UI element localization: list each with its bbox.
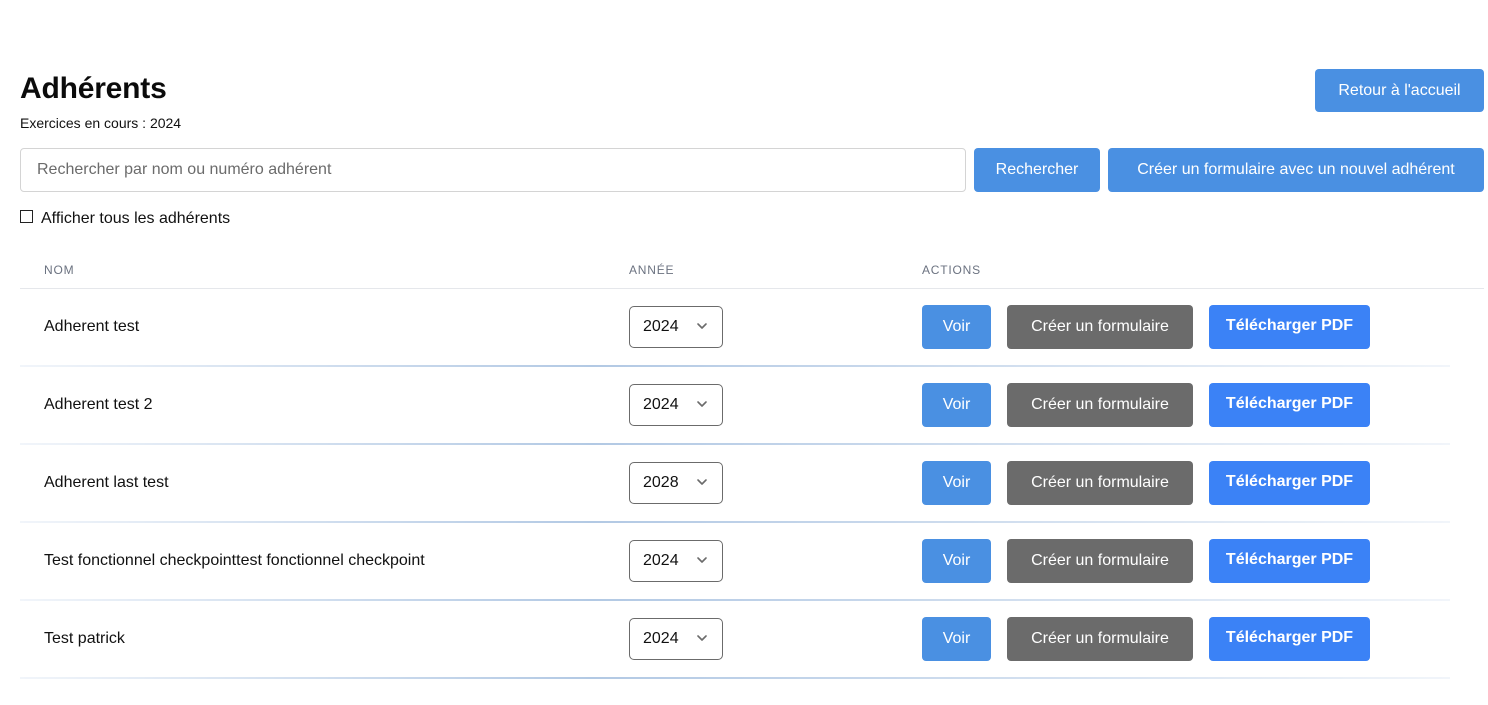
table-header: NOM ANNÉE ACTIONS	[20, 250, 1484, 289]
create-form-button[interactable]: Créer un formulaire	[1007, 539, 1193, 583]
chevron-down-icon	[697, 323, 707, 329]
table-row: Test fonctionnel checkpointtest fonction…	[20, 523, 1484, 601]
view-button[interactable]: Voir	[922, 617, 991, 661]
column-header-name: NOM	[44, 263, 75, 277]
year-value: 2024	[643, 396, 679, 413]
show-all-checkbox[interactable]	[20, 209, 33, 223]
member-name: Adherent test	[44, 318, 140, 335]
table-row: Adherent test 2024 Voir Créer un formula…	[20, 289, 1484, 367]
create-form-button[interactable]: Créer un formulaire	[1007, 305, 1193, 349]
create-form-button[interactable]: Créer un formulaire	[1007, 617, 1193, 661]
member-name: Adherent test 2	[44, 396, 153, 413]
search-input[interactable]	[20, 148, 966, 192]
members-table-body: Adherent test 2024 Voir Créer un formula…	[20, 289, 1484, 679]
year-select[interactable]: 2024	[629, 306, 723, 348]
year-value: 2024	[643, 630, 679, 647]
year-select[interactable]: 2028	[629, 462, 723, 504]
download-pdf-button[interactable]: Télécharger PDF	[1209, 305, 1370, 349]
column-header-year: ANNÉE	[629, 263, 675, 277]
year-select[interactable]: 2024	[629, 384, 723, 426]
home-button[interactable]: Retour à l'accueil	[1315, 69, 1484, 112]
page-title: Adhérents	[20, 72, 167, 105]
column-header-actions: ACTIONS	[922, 263, 981, 277]
year-select[interactable]: 2024	[629, 540, 723, 582]
table-row: Test patrick 2024 Voir Créer un formulai…	[20, 601, 1484, 679]
current-exercise-label: Exercices en cours : 2024	[20, 115, 182, 131]
year-select[interactable]: 2024	[629, 618, 723, 660]
member-name: Adherent last test	[44, 474, 169, 491]
view-button[interactable]: Voir	[922, 305, 991, 349]
member-name: Test patrick	[44, 630, 125, 647]
year-value: 2028	[643, 474, 679, 491]
create-form-button[interactable]: Créer un formulaire	[1007, 383, 1193, 427]
show-all-label: Afficher tous les adhérents	[41, 210, 231, 227]
download-pdf-button[interactable]: Télécharger PDF	[1209, 461, 1370, 505]
table-row: Adherent test 2 2024 Voir Créer un formu…	[20, 367, 1484, 445]
chevron-down-icon	[697, 557, 707, 563]
view-button[interactable]: Voir	[922, 461, 991, 505]
chevron-down-icon	[697, 635, 707, 641]
view-button[interactable]: Voir	[922, 383, 991, 427]
chevron-down-icon	[697, 479, 707, 485]
view-button[interactable]: Voir	[922, 539, 991, 583]
year-value: 2024	[643, 552, 679, 569]
download-pdf-button[interactable]: Télécharger PDF	[1209, 617, 1370, 661]
member-name: Test fonctionnel checkpointtest fonction…	[44, 552, 425, 569]
table-row: Adherent last test 2028 Voir Créer un fo…	[20, 445, 1484, 523]
members-page: Adhérents Exercices en cours : 2024 Reto…	[20, 0, 1484, 705]
chevron-down-icon	[697, 401, 707, 407]
create-form-button[interactable]: Créer un formulaire	[1007, 461, 1193, 505]
show-all-members-toggle[interactable]: Afficher tous les adhérents	[20, 209, 231, 228]
create-form-new-member-button[interactable]: Créer un formulaire avec un nouvel adhér…	[1108, 148, 1484, 192]
year-value: 2024	[643, 318, 679, 335]
download-pdf-button[interactable]: Télécharger PDF	[1209, 383, 1370, 427]
search-button[interactable]: Rechercher	[974, 148, 1100, 192]
download-pdf-button[interactable]: Télécharger PDF	[1209, 539, 1370, 583]
